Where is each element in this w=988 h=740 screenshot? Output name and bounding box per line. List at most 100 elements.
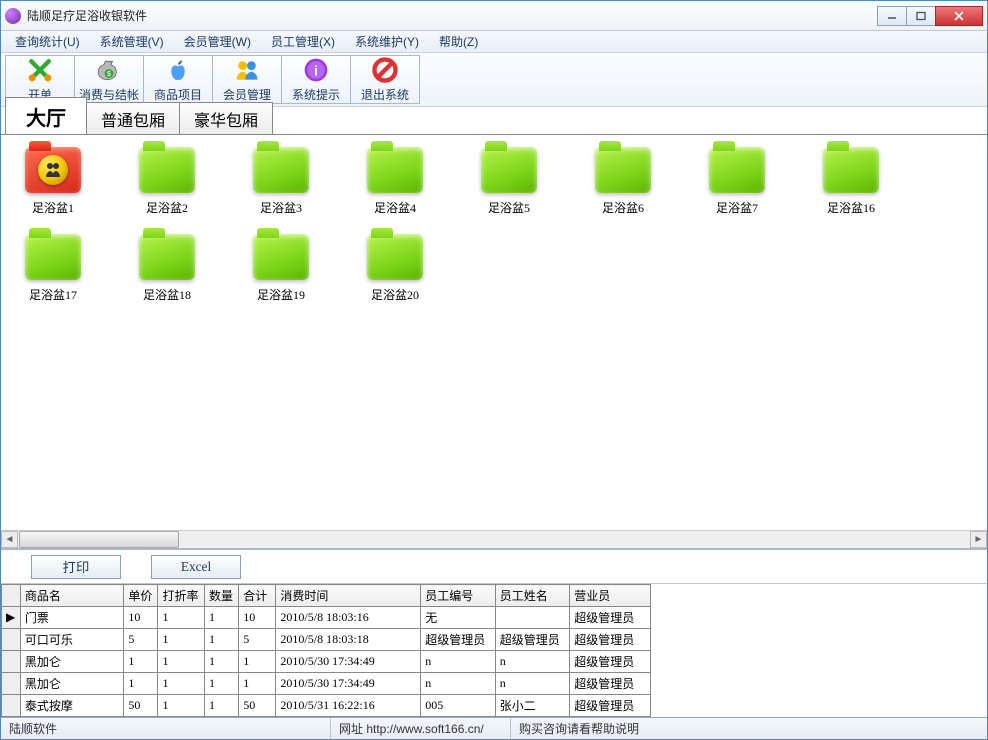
- cell: 1: [158, 607, 205, 629]
- folder-icon: [253, 234, 309, 280]
- data-grid[interactable]: 商品名单价打折率数量合计消费时间员工编号员工姓名营业员▶门票1011102010…: [1, 584, 651, 717]
- room-label: 足浴盆7: [716, 199, 758, 216]
- col-header[interactable]: 消费时间: [276, 585, 421, 607]
- col-header[interactable]: 打折率: [158, 585, 205, 607]
- room-label: 足浴盆1: [32, 199, 74, 216]
- col-header[interactable]: 商品名: [20, 585, 123, 607]
- hscrollbar[interactable]: ◄ ►: [1, 530, 987, 548]
- info-icon: i: [302, 56, 330, 84]
- scissors-icon: [26, 56, 54, 84]
- room-item-10[interactable]: 足浴盆19: [239, 234, 323, 303]
- menu-item-3[interactable]: 员工管理(X): [261, 31, 345, 52]
- cell: 超级管理员: [421, 629, 495, 651]
- window-title: 陆顺足疗足浴收银软件: [27, 7, 878, 24]
- room-tab-1[interactable]: 普通包厢: [86, 102, 180, 134]
- cell: [495, 607, 569, 629]
- grid-corner: [2, 585, 21, 607]
- row-marker: [2, 651, 21, 673]
- room-item-2[interactable]: 足浴盆3: [239, 147, 323, 216]
- table-row[interactable]: ▶门票1011102010/5/8 18:03:16无超级管理员: [2, 607, 651, 629]
- col-header[interactable]: 员工姓名: [495, 585, 569, 607]
- room-item-6[interactable]: 足浴盆7: [695, 147, 779, 216]
- folder-icon: [25, 147, 81, 193]
- cell: 2010/5/8 18:03:18: [276, 629, 421, 651]
- toolbtn-info[interactable]: i 系统提示: [281, 55, 351, 104]
- toolbtn-label: 退出系统: [361, 86, 409, 103]
- room-label: 足浴盆4: [374, 199, 416, 216]
- scroll-thumb[interactable]: [19, 531, 179, 548]
- scroll-left-arrow[interactable]: ◄: [1, 531, 18, 548]
- table-row[interactable]: 泰式按摩5011502010/5/31 16:22:16005张小二超级管理员: [2, 695, 651, 717]
- status-mid: 网址 http://www.soft166.cn/: [331, 718, 511, 739]
- row-marker: [2, 695, 21, 717]
- room-label: 足浴盆18: [143, 286, 191, 303]
- menu-item-2[interactable]: 会员管理(W): [174, 31, 261, 52]
- cell: 1: [205, 607, 239, 629]
- toolbtn-label: 商品项目: [154, 86, 202, 103]
- forbid-icon: [371, 56, 399, 84]
- close-button[interactable]: [935, 6, 983, 26]
- statusbar: 陆顺软件 网址 http://www.soft166.cn/ 购买咨询请看帮助说…: [1, 717, 987, 739]
- table-row[interactable]: 可口可乐51152010/5/8 18:03:18超级管理员超级管理员超级管理员: [2, 629, 651, 651]
- excel-button[interactable]: Excel: [151, 555, 241, 579]
- toolbtn-forbid[interactable]: 退出系统: [350, 55, 420, 104]
- data-grid-wrap: 商品名单价打折率数量合计消费时间员工编号员工姓名营业员▶门票1011102010…: [1, 584, 987, 717]
- cell: 2010/5/31 16:22:16: [276, 695, 421, 717]
- cell: 1: [205, 695, 239, 717]
- room-item-0[interactable]: 足浴盆1: [11, 147, 95, 216]
- room-item-7[interactable]: 足浴盆16: [809, 147, 893, 216]
- toolbtn-users[interactable]: 会员管理: [212, 55, 282, 104]
- menu-item-5[interactable]: 帮助(Z): [429, 31, 488, 52]
- status-left: 陆顺软件: [1, 718, 331, 739]
- col-header[interactable]: 合计: [239, 585, 276, 607]
- table-row[interactable]: 黑加仑11112010/5/30 17:34:49nn超级管理员: [2, 673, 651, 695]
- scroll-right-arrow[interactable]: ►: [970, 531, 987, 548]
- print-button[interactable]: 打印: [31, 555, 121, 579]
- cell: 10: [124, 607, 158, 629]
- menu-item-0[interactable]: 查询统计(U): [5, 31, 90, 52]
- col-header[interactable]: 员工编号: [421, 585, 495, 607]
- room-item-4[interactable]: 足浴盆5: [467, 147, 551, 216]
- cell: 1: [205, 651, 239, 673]
- cell: 1: [205, 629, 239, 651]
- toolbtn-label: 系统提示: [292, 86, 340, 103]
- folder-icon: [253, 147, 309, 193]
- cell: 1: [158, 673, 205, 695]
- maximize-button[interactable]: [906, 6, 936, 26]
- room-item-8[interactable]: 足浴盆17: [11, 234, 95, 303]
- folder-icon: [595, 147, 651, 193]
- room-tab-2[interactable]: 豪华包厢: [179, 102, 273, 134]
- minimize-button[interactable]: [877, 6, 907, 26]
- room-item-9[interactable]: 足浴盆18: [125, 234, 209, 303]
- room-item-1[interactable]: 足浴盆2: [125, 147, 209, 216]
- table-row[interactable]: 黑加仑11112010/5/30 17:34:49nn超级管理员: [2, 651, 651, 673]
- room-item-5[interactable]: 足浴盆6: [581, 147, 665, 216]
- cell: 黑加仑: [20, 673, 123, 695]
- apple-icon: [164, 56, 192, 84]
- cell: 1: [158, 629, 205, 651]
- cell: 1: [158, 651, 205, 673]
- room-label: 足浴盆2: [146, 199, 188, 216]
- app-icon: [5, 8, 21, 24]
- cell: 超级管理员: [570, 629, 651, 651]
- room-label: 足浴盆16: [827, 199, 875, 216]
- users-icon: [233, 56, 261, 84]
- busy-overlay-icon: [38, 155, 68, 185]
- folder-icon: [367, 147, 423, 193]
- window-controls: [878, 6, 983, 26]
- room-tab-0[interactable]: 大厅: [5, 97, 87, 134]
- folder-icon: [823, 147, 879, 193]
- col-header[interactable]: 营业员: [570, 585, 651, 607]
- cell: 1: [205, 673, 239, 695]
- cell: n: [495, 673, 569, 695]
- cell: 可口可乐: [20, 629, 123, 651]
- room-item-11[interactable]: 足浴盆20: [353, 234, 437, 303]
- menu-item-4[interactable]: 系统维护(Y): [345, 31, 429, 52]
- col-header[interactable]: 数量: [205, 585, 239, 607]
- cell: 1: [124, 651, 158, 673]
- col-header[interactable]: 单价: [124, 585, 158, 607]
- titlebar: 陆顺足疗足浴收银软件: [1, 1, 987, 31]
- menu-item-1[interactable]: 系统管理(V): [90, 31, 174, 52]
- room-item-3[interactable]: 足浴盆4: [353, 147, 437, 216]
- toolbtn-apple[interactable]: 商品项目: [143, 55, 213, 104]
